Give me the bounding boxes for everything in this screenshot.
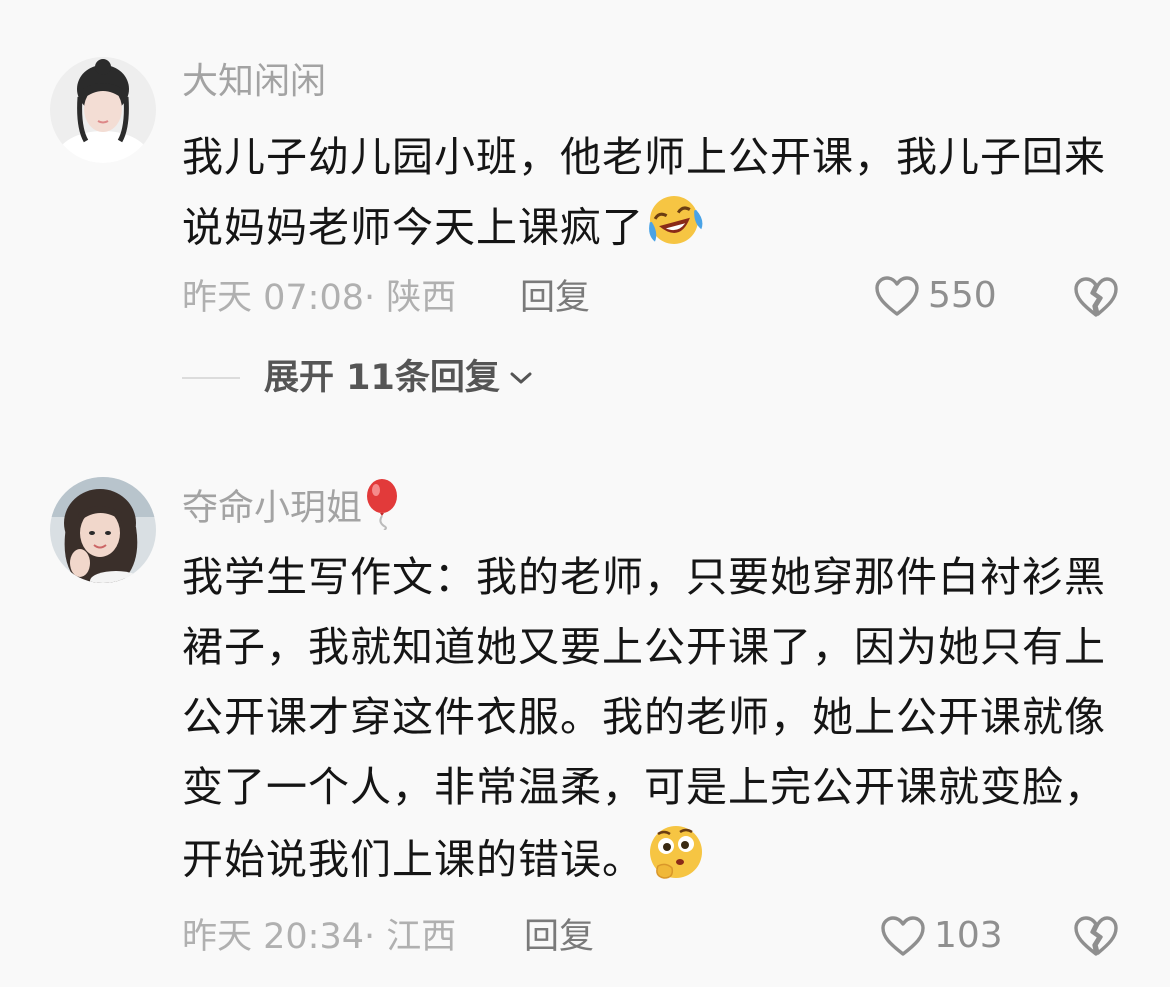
username[interactable]: 夺命小玥姐 [182,478,402,541]
comment-time: 昨天 20:34 [182,917,364,957]
balloon-emoji-icon [362,478,402,541]
comment-item: 夺命小玥姐 我学生写作文：我的老师，只要她穿那件白衬衫黑裙子，我就知道她又要上公… [0,0,1170,987]
username-text: 夺命小玥姐 [182,487,363,529]
avatar[interactable] [50,477,156,583]
like-count: 103 [934,915,1003,956]
avatar-image [50,477,156,583]
broken-heart-icon [1074,916,1118,956]
comment-meta: 昨天 20:34· 江西 [182,915,456,959]
comment-location: · 江西 [364,917,457,957]
like-button[interactable]: 103 [880,914,1003,958]
reply-button[interactable]: 回复 [524,915,594,959]
dislike-button[interactable] [1073,915,1119,961]
heart-icon [881,916,925,956]
comment-text: 我学生写作文：我的老师，只要她穿那件白衬衫黑裙子，我就知道她又要上公开课了，因为… [182,542,1122,903]
thinking-emoji-icon [644,822,708,903]
